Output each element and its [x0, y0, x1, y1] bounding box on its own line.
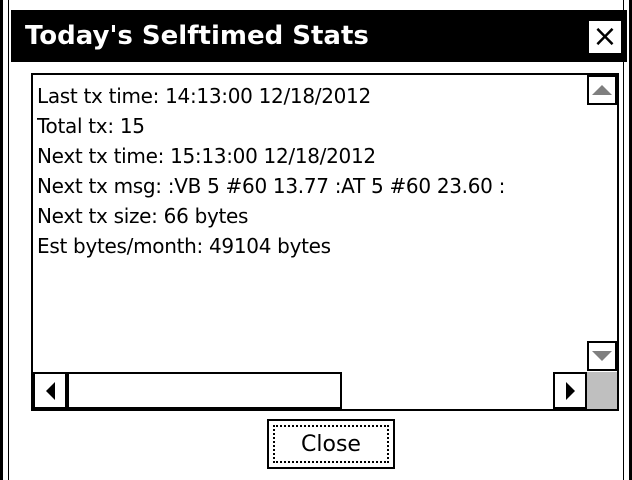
- stat-line-est-bytes-month: Est bytes/month: 49104 bytes: [37, 234, 331, 258]
- window-title: Today's Selftimed Stats: [25, 21, 369, 51]
- stats-text: Last tx time: 14:13:00 12/18/2012 Total …: [37, 81, 587, 261]
- scroll-right-button[interactable]: [553, 372, 587, 409]
- scroll-up-arrow-icon: [592, 85, 612, 95]
- vertical-scrollbar[interactable]: [587, 75, 617, 372]
- stat-line-last-tx-time: Last tx time: 14:13:00 12/18/2012: [37, 84, 371, 108]
- horizontal-scrollbar[interactable]: [33, 372, 587, 409]
- scroll-down-arrow-icon: [592, 351, 612, 361]
- dialog-window: Today's Selftimed Stats × Last tx time: …: [0, 0, 632, 480]
- scroll-left-arrow-icon: [45, 381, 55, 400]
- close-button[interactable]: Close: [267, 419, 395, 469]
- scroll-up-button[interactable]: [587, 75, 617, 105]
- close-window-button[interactable]: ×: [587, 19, 623, 55]
- scrollbar-corner: [587, 372, 617, 409]
- stat-line-total-tx: Total tx: 15: [37, 114, 145, 138]
- stat-line-next-tx-size: Next tx size: 66 bytes: [37, 204, 249, 228]
- stat-line-next-tx-msg: Next tx msg: :VB 5 #60 13.77 :AT 5 #60 2…: [37, 174, 506, 198]
- scroll-down-button[interactable]: [587, 341, 617, 371]
- stat-line-next-tx-time: Next tx time: 15:13:00 12/18/2012: [37, 144, 376, 168]
- close-icon: ×: [592, 19, 618, 54]
- close-button-label: Close: [273, 425, 389, 463]
- scroll-left-button[interactable]: [33, 372, 67, 409]
- scroll-right-arrow-icon: [565, 381, 575, 400]
- horizontal-scroll-thumb[interactable]: [67, 372, 342, 409]
- stats-text-box[interactable]: Last tx time: 14:13:00 12/18/2012 Total …: [31, 73, 619, 411]
